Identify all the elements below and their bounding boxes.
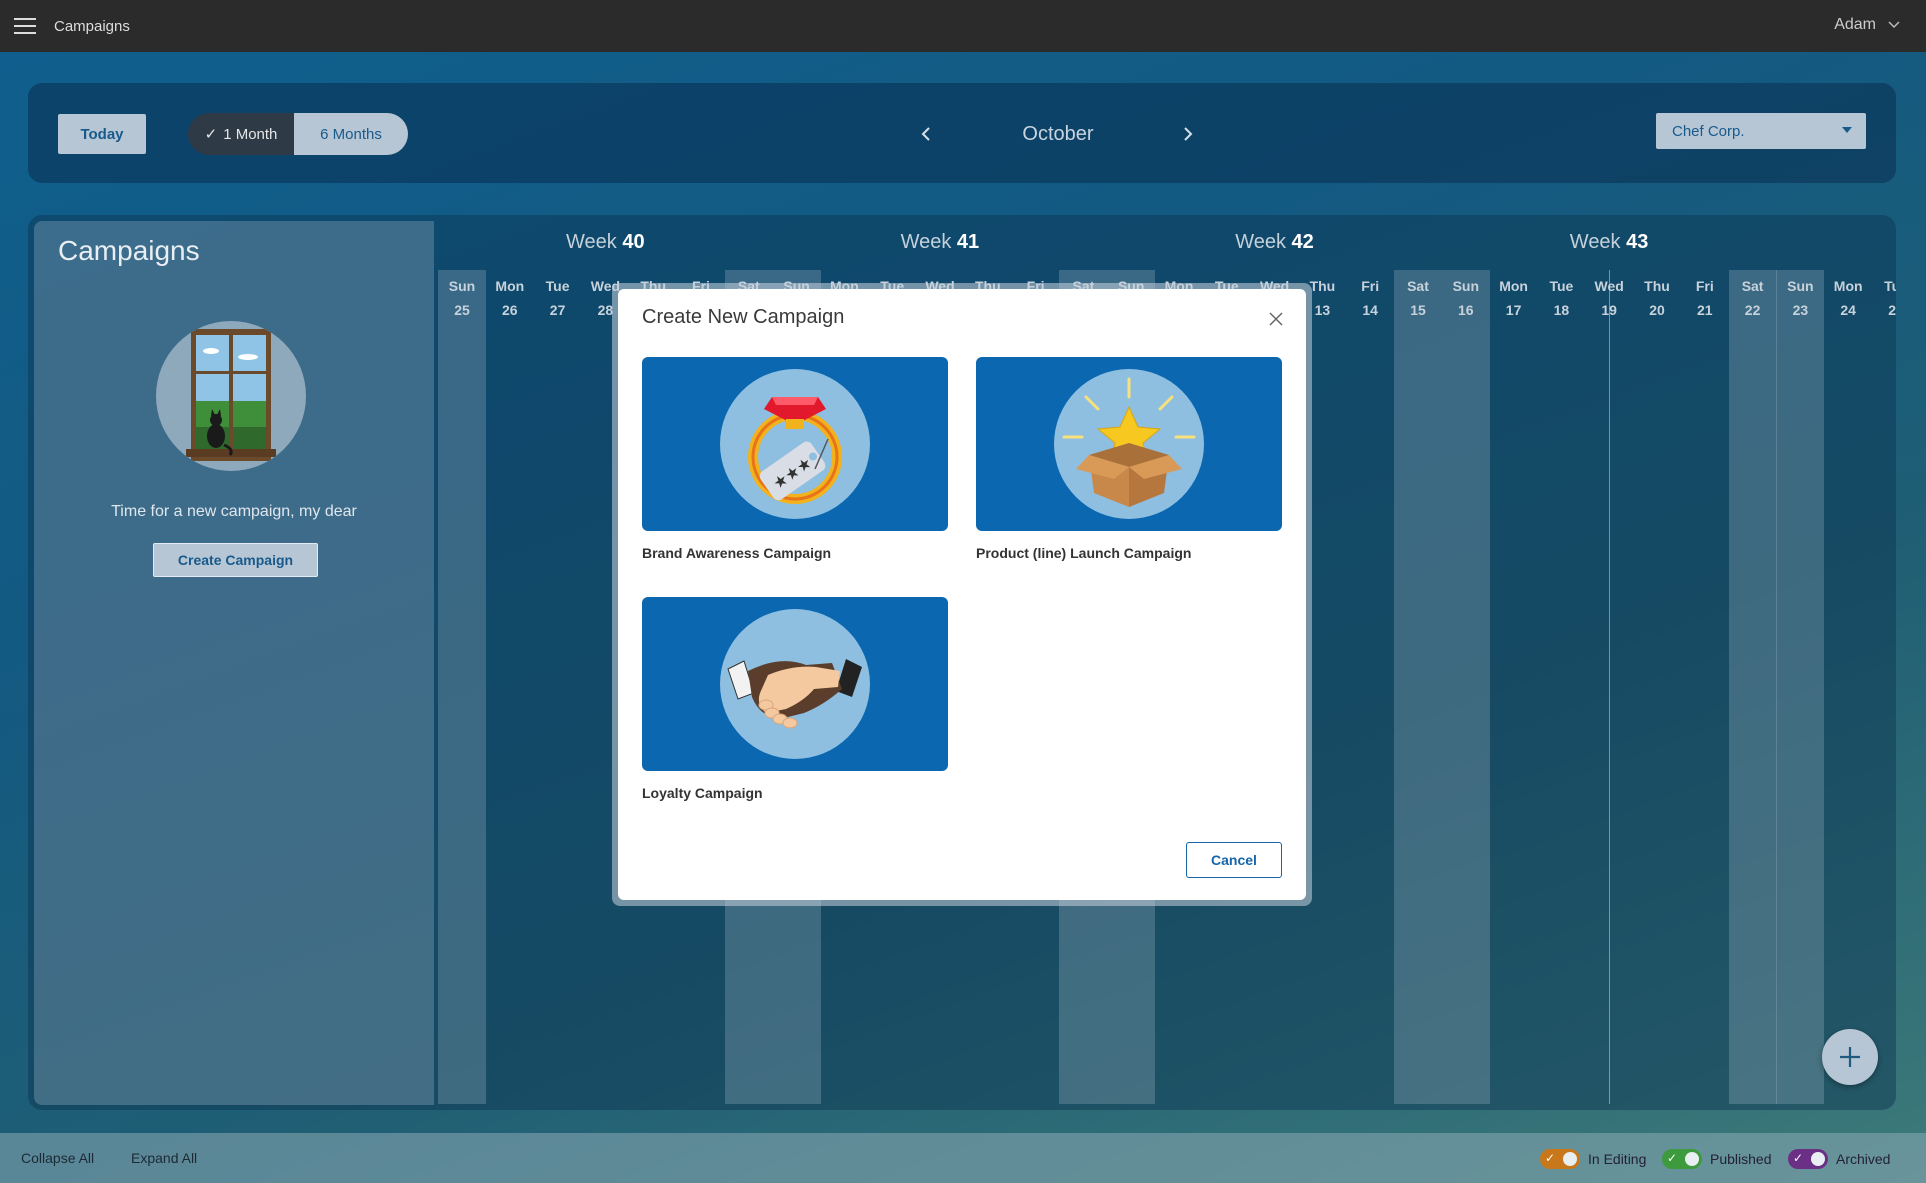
product-launch-image <box>976 357 1282 531</box>
diamond-ring-tag-icon: ★★★ <box>748 397 842 504</box>
brand-awareness-label: Brand Awareness Campaign <box>642 545 832 561</box>
box-star-icon <box>1062 377 1196 507</box>
loyalty-image <box>642 597 948 771</box>
loyalty-label: Loyalty Campaign <box>642 785 763 801</box>
campaign-option-loyalty[interactable]: Loyalty Campaign <box>642 597 948 801</box>
brand-awareness-image: ★★★ <box>642 357 948 531</box>
cancel-button[interactable]: Cancel <box>1186 842 1282 878</box>
create-campaign-dialog: Create New Campaign ★★★ Brand Awareness … <box>618 289 1306 900</box>
campaign-option-brand-awareness[interactable]: ★★★ Brand Awareness Campaign <box>642 357 948 561</box>
modal-overlay: Create New Campaign ★★★ Brand Awareness … <box>0 0 1926 1183</box>
campaign-option-product-launch[interactable]: Product (line) Launch Campaign <box>976 357 1282 561</box>
product-launch-label: Product (line) Launch Campaign <box>976 545 1192 561</box>
dialog-title: Create New Campaign <box>642 306 845 328</box>
close-icon[interactable] <box>1268 311 1284 327</box>
handshake-icon <box>727 659 862 729</box>
